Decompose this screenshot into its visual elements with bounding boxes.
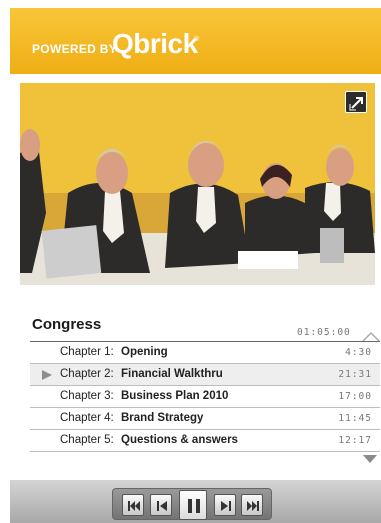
video-thumbnail	[20, 83, 375, 285]
chapter-row-1[interactable]: Chapter 1: Opening 4:30	[30, 342, 380, 364]
step-forward-icon	[221, 501, 231, 511]
skip-back-button[interactable]	[122, 494, 144, 516]
chapter-time: 17:00	[338, 391, 372, 402]
chapter-number: Chapter 4:	[60, 412, 114, 424]
chapter-row-5[interactable]: Chapter 5: Questions & answers 12:17	[30, 430, 380, 452]
total-duration: 01:05:00	[297, 327, 351, 338]
chapter-list: Chapter 1: Opening 4:30 Chapter 2: Finan…	[30, 342, 380, 452]
skip-back-icon	[128, 501, 140, 511]
chapter-name: Business Plan 2010	[121, 390, 229, 402]
video-player[interactable]	[20, 83, 375, 285]
chapter-time: 21:31	[338, 369, 372, 380]
chapter-number: Chapter 1:	[60, 346, 114, 358]
chapter-number: Chapter 5:	[60, 434, 114, 446]
step-back-button[interactable]	[150, 494, 172, 516]
brand-logo: Qbrick	[112, 28, 198, 59]
brand-header: POWERED BY Qbrick ®	[10, 8, 381, 74]
chapter-name: Financial Walkthru	[121, 368, 223, 380]
chapter-row-2[interactable]: Chapter 2: Financial Walkthru 21:31	[30, 364, 380, 386]
chapter-row-3[interactable]: Chapter 3: Business Plan 2010 17:00	[30, 386, 380, 408]
chapter-time: 4:30	[345, 347, 372, 358]
now-playing-icon	[42, 370, 52, 380]
scroll-down-icon[interactable]	[362, 454, 378, 464]
chapter-number: Chapter 2:	[60, 368, 114, 380]
powered-by-label: POWERED BY	[32, 42, 118, 56]
chapter-name: Questions & answers	[121, 434, 238, 446]
playback-controls	[112, 488, 272, 520]
skip-forward-button[interactable]	[241, 494, 263, 516]
registered-mark: ®	[194, 36, 200, 43]
fullscreen-button[interactable]	[345, 91, 367, 113]
chapter-name: Opening	[121, 346, 168, 358]
skip-forward-icon	[247, 501, 259, 511]
chapter-name: Brand Strategy	[121, 412, 204, 424]
playlist-title: Congress	[32, 316, 102, 333]
chapter-time: 11:45	[338, 413, 372, 424]
step-forward-button[interactable]	[214, 494, 236, 516]
chapter-time: 12:17	[338, 435, 372, 446]
step-back-icon	[157, 501, 167, 511]
chapter-number: Chapter 3:	[60, 390, 114, 402]
chapter-row-4[interactable]: Chapter 4: Brand Strategy 11:45	[30, 408, 380, 430]
fullscreen-icon	[349, 97, 363, 111]
pause-icon	[188, 499, 200, 513]
pause-button[interactable]	[179, 490, 207, 520]
